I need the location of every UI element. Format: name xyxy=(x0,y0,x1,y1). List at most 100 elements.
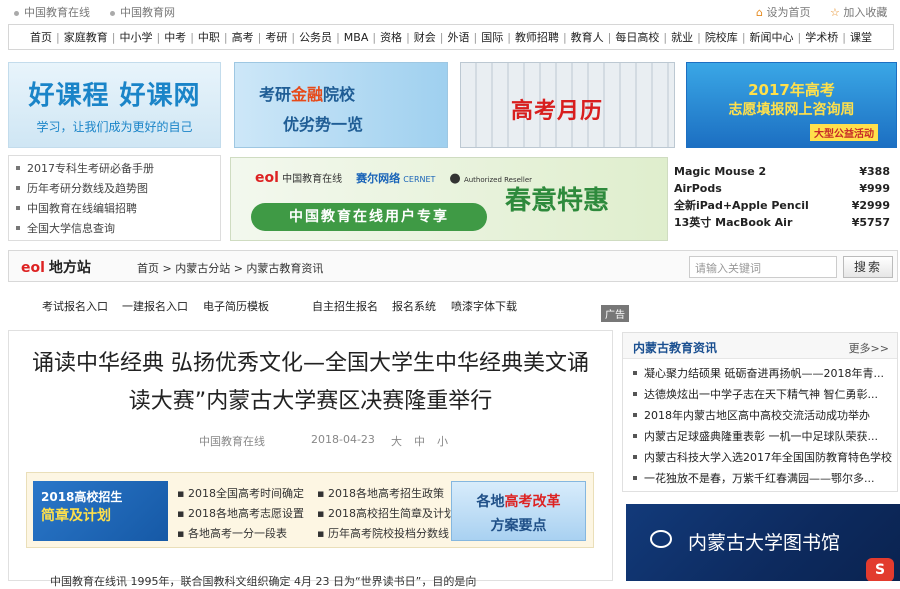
gaokao-link[interactable]: ▪ 2018全国高考时间确定 xyxy=(177,485,304,501)
nav-item[interactable]: MBA xyxy=(341,31,372,44)
nav-item[interactable]: 院校库 xyxy=(702,29,741,45)
product-name: Magic Mouse 2 xyxy=(674,165,767,178)
banner-title: 好课程 好课网 xyxy=(28,81,201,111)
nav-item[interactable]: 新闻中心 xyxy=(747,29,797,45)
nav-item[interactable]: 每日高校 xyxy=(612,29,662,45)
gaokao-link-label[interactable]: 2018各地高考招生政策 xyxy=(328,487,444,500)
font-size-large[interactable]: 大 xyxy=(391,433,402,449)
font-size-small[interactable]: 小 xyxy=(437,433,448,449)
top-link-edu[interactable]: 中国教育网 xyxy=(110,4,175,20)
nav-item[interactable]: 家庭教育 xyxy=(61,29,111,45)
gaokao-link-label[interactable]: 2018各地高考志愿设置 xyxy=(188,507,304,520)
ad-label: 广告 xyxy=(601,305,629,322)
spring-sale-label: 春意特惠 xyxy=(505,186,610,216)
nav-item[interactable]: 中职 xyxy=(195,29,223,45)
price-row[interactable]: Magic Mouse 2 ¥388 xyxy=(674,163,898,180)
sub-link[interactable]: 考试报名入口 xyxy=(42,298,108,314)
gaokao-link-label[interactable]: 历年高考院校投档分数线 xyxy=(328,527,449,540)
gaokao-reform-banner[interactable]: 各地高考改革 方案要点 xyxy=(451,481,586,541)
banner-haokewang[interactable]: 好课程 好课网 学习，让我们成为更好的自己 xyxy=(8,62,221,148)
news-item[interactable]: 凝心聚力结硕果 砥砺奋进再扬帆——2018年青... xyxy=(629,363,893,384)
sidebar-news-header: 内蒙古教育资讯 更多>> xyxy=(623,333,897,359)
gaokao-link-label[interactable]: 各地高考一分一段表 xyxy=(188,527,287,540)
main-nav: 首页 | 家庭教育 | 中小学 | 中考 | 中职 | 高考 | 考研 | 公务员 | MBA | 资格 | 财会 | 外语… xyxy=(8,24,894,50)
nav-item[interactable]: 考研 xyxy=(262,29,290,45)
price-list[interactable]: Magic Mouse 2 ¥388 AirPods ¥999 全新iPad+Apple… xyxy=(674,163,898,239)
local-station-logo[interactable]: eol 地方站 xyxy=(17,257,91,277)
nav-item[interactable]: 学术桥 xyxy=(802,29,841,45)
eol-logo: eol 中国教育在线 xyxy=(255,170,342,186)
top-link-eol-label[interactable]: 中国教育在线 xyxy=(24,6,90,19)
gaokao-link[interactable]: ▪ 各地高考一分一段表 xyxy=(177,525,287,541)
nav-item[interactable]: 中考 xyxy=(161,29,189,45)
nav-item[interactable]: 高考 xyxy=(229,29,257,45)
news-item[interactable]: 达德焕炫出一中学子志在天下精气神 智仁勇彰... xyxy=(629,384,893,405)
price-row[interactable]: AirPods ¥999 xyxy=(674,180,898,197)
nav-item[interactable]: 就业 xyxy=(668,29,696,45)
quick-link[interactable]: 中国教育在线编辑招聘 xyxy=(13,199,220,219)
add-favorite-label[interactable]: 加入收藏 xyxy=(843,6,887,19)
search-button[interactable]: 搜索 xyxy=(843,256,893,278)
banner-title-post: 院校 xyxy=(323,85,356,104)
nav-item[interactable]: 资格 xyxy=(377,29,405,45)
banner-gaokao-calendar[interactable]: 高考月历 xyxy=(460,62,675,148)
cernet-logo: 赛尔网络 CERNET xyxy=(356,170,435,186)
news-item[interactable]: 一花独放不是春，万紫千红春满园——鄂尔多... xyxy=(629,468,893,489)
nav-item[interactable]: 国际 xyxy=(478,29,506,45)
quick-link[interactable]: 全国大学信息查询 xyxy=(13,219,220,239)
price-row[interactable]: 13英寸 MacBook Air ¥5757 xyxy=(674,214,898,231)
news-item[interactable]: 内蒙古科技大学入选2017年全国国防教育特色学校 xyxy=(629,447,893,468)
nav-item[interactable]: 课堂 xyxy=(847,29,875,45)
admission-plan-banner[interactable]: 2018高校招生 简章及计划 xyxy=(33,481,168,541)
gaokao-link[interactable]: ▪ 2018各地高考招生政策 xyxy=(317,485,444,501)
gaokao-reform-pre: 各地 xyxy=(476,494,505,510)
nav-item[interactable]: 公务员 xyxy=(296,29,335,45)
nav-item[interactable]: 财会 xyxy=(411,29,439,45)
gaokao-reform-title: 各地高考改革 xyxy=(452,491,585,511)
sub-link[interactable]: 喷漆字体下载 xyxy=(451,298,517,314)
banner-subtitle: 学习，让我们成为更好的自己 xyxy=(36,120,193,134)
cernet-logo-name: 赛尔网络 xyxy=(356,172,401,185)
home-icon: ⌂ xyxy=(756,6,763,19)
sub-link[interactable]: 自主招生报名 xyxy=(312,298,378,314)
nav-item[interactable]: 首页 xyxy=(27,29,55,45)
partner-logos: eol 中国教育在线 赛尔网络 CERNET ● Authorized Rese… xyxy=(255,170,532,186)
set-home-link[interactable]: ⌂ 设为首页 xyxy=(756,4,810,20)
library-title: 内蒙古大学图书馆 xyxy=(688,532,841,554)
font-size-medium[interactable]: 中 xyxy=(414,433,425,449)
local-station-label: 地方站 xyxy=(48,260,91,276)
quick-link[interactable]: 2017专科生考研必备手册 xyxy=(13,159,220,179)
banner-title: 2017年高考 xyxy=(748,81,835,99)
nav-item[interactable]: 中小学 xyxy=(116,29,155,45)
sub-link[interactable]: 电子简历模板 xyxy=(203,298,269,314)
nav-item[interactable]: 外语 xyxy=(445,29,473,45)
nav-item[interactable]: 教育人 xyxy=(568,29,607,45)
top-link-eol[interactable]: 中国教育在线 xyxy=(14,4,90,20)
product-name: 全新iPad+Apple Pencil xyxy=(674,199,809,212)
banner-kaoyan-finance[interactable]: 考研金融院校 优劣势一览 xyxy=(234,62,448,148)
promo-banner[interactable]: eol 中国教育在线 赛尔网络 CERNET ● Authorized Rese… xyxy=(230,157,668,241)
gaokao-link[interactable]: ▪ 2018高校招生简章及计划 xyxy=(317,505,455,521)
breadcrumb[interactable]: 首页 > 内蒙古分站 > 内蒙古教育资讯 xyxy=(137,260,323,276)
search-input[interactable]: 请输入关键词 xyxy=(689,256,837,278)
nav-item[interactable]: 教师招聘 xyxy=(512,29,562,45)
gaokao-link[interactable]: ▪ 2018各地高考志愿设置 xyxy=(177,505,304,521)
add-favorite-link[interactable]: ☆ 加入收藏 xyxy=(830,4,887,20)
top-link-edu-label[interactable]: 中国教育网 xyxy=(120,6,175,19)
news-item[interactable]: 内蒙古足球盛典隆重表彰 一机一中足球队荣获... xyxy=(629,426,893,447)
gaokao-link-label[interactable]: 2018全国高考时间确定 xyxy=(188,487,304,500)
more-link[interactable]: 更多>> xyxy=(849,340,889,356)
news-item[interactable]: 2018年内蒙古地区高中高校交流活动成功举办 xyxy=(629,405,893,426)
quick-link[interactable]: 历年考研分数线及趋势图 xyxy=(13,179,220,199)
set-home-label[interactable]: 设为首页 xyxy=(766,6,810,19)
article-source[interactable]: 中国教育在线 xyxy=(199,433,265,449)
sub-link[interactable]: 报名系统 xyxy=(392,298,436,314)
star-icon: ☆ xyxy=(830,6,840,19)
price-row[interactable]: 全新iPad+Apple Pencil ¥2999 xyxy=(674,197,898,214)
gaokao-link-label[interactable]: 2018高校招生简章及计划 xyxy=(328,507,455,520)
banner-gaokao-consult[interactable]: 2017年高考 志愿填报网上咨询周 大型公益活动 xyxy=(686,62,897,148)
gaokao-link[interactable]: ▪ 历年高考院校投档分数线 xyxy=(317,525,449,541)
library-banner[interactable]: 内蒙古大学图书馆 S xyxy=(626,504,900,581)
product-price: ¥5757 xyxy=(851,216,890,229)
sub-link[interactable]: 一建报名入口 xyxy=(122,298,188,314)
